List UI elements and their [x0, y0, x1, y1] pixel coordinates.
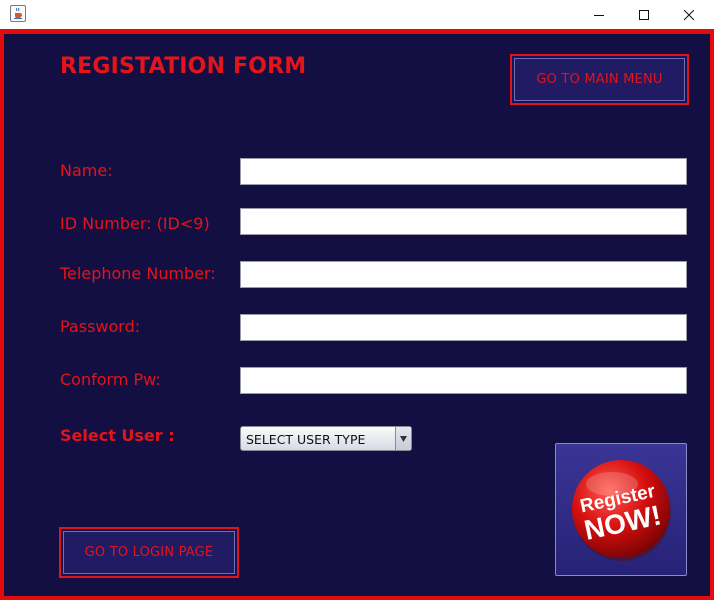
user-type-select-value: SELECT USER TYPE	[246, 432, 366, 447]
dropdown-arrow-icon[interactable]	[395, 427, 411, 450]
password-label: Password:	[60, 317, 141, 336]
window-titlebar	[0, 0, 714, 29]
go-to-main-menu-button[interactable]: GO TO MAIN MENU	[510, 54, 689, 105]
telephone-number-field[interactable]	[240, 261, 687, 288]
minimize-button[interactable]	[576, 0, 622, 29]
java-cup-icon	[10, 5, 26, 22]
close-button[interactable]	[666, 0, 712, 29]
close-icon	[684, 9, 694, 20]
page-title: REGISTATION FORM	[60, 54, 307, 79]
id-number-field[interactable]	[240, 208, 687, 235]
go-to-main-menu-label: GO TO MAIN MENU	[536, 72, 663, 87]
register-now-badge-icon: Register NOW!	[572, 460, 671, 561]
id-number-label: ID Number: (ID<9)	[60, 214, 210, 233]
register-now-button[interactable]: Register NOW!	[555, 443, 687, 576]
password-field[interactable]	[240, 314, 687, 341]
maximize-button[interactable]	[621, 0, 667, 29]
name-label: Name:	[60, 161, 113, 180]
confirm-password-label: Conform Pw:	[60, 370, 161, 389]
user-type-select[interactable]: SELECT USER TYPE	[240, 426, 412, 451]
name-field[interactable]	[240, 158, 687, 185]
go-to-login-page-label: GO TO LOGIN PAGE	[84, 545, 214, 560]
telephone-number-label: Telephone Number:	[60, 264, 216, 283]
go-to-login-page-button[interactable]: GO TO LOGIN PAGE	[59, 527, 239, 578]
maximize-icon	[639, 9, 649, 20]
minimize-icon	[594, 14, 604, 16]
select-user-label: Select User :	[60, 426, 175, 445]
confirm-password-field[interactable]	[240, 367, 687, 394]
